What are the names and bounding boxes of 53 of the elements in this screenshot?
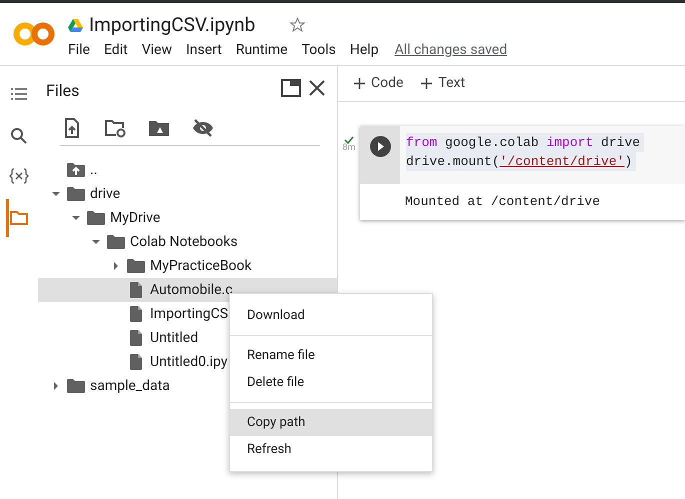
folder-icon bbox=[87, 211, 105, 225]
check-icon bbox=[344, 136, 354, 144]
folder-row[interactable]: drive bbox=[38, 182, 337, 206]
menu-item[interactable]: Help bbox=[350, 40, 379, 61]
menu-item[interactable]: Copy path bbox=[230, 409, 432, 436]
drive-icon bbox=[68, 18, 83, 32]
menu-item[interactable]: View bbox=[142, 40, 172, 61]
folder-icon bbox=[67, 187, 85, 201]
hidden-icon[interactable] bbox=[192, 118, 214, 136]
dock-icon[interactable] bbox=[281, 79, 301, 97]
caret-right-icon[interactable] bbox=[112, 262, 120, 270]
add-text-button[interactable]: Text bbox=[421, 73, 466, 94]
folder-icon bbox=[107, 235, 125, 249]
menu-item[interactable]: Delete file bbox=[230, 369, 432, 396]
caret-down-icon[interactable] bbox=[52, 190, 60, 198]
run-button[interactable] bbox=[370, 136, 390, 157]
menu-item[interactable]: File bbox=[68, 40, 90, 61]
star-icon[interactable] bbox=[289, 17, 306, 33]
close-icon[interactable] bbox=[309, 80, 325, 96]
save-status-link[interactable]: All changes saved bbox=[394, 40, 508, 61]
caret-right-icon[interactable] bbox=[52, 382, 60, 390]
menu-item[interactable]: Tools bbox=[302, 40, 336, 61]
folder-icon bbox=[127, 259, 145, 273]
folder-row[interactable]: MyPracticeBook bbox=[38, 254, 337, 278]
menu-item[interactable]: Runtime bbox=[236, 40, 288, 61]
folder-icon[interactable] bbox=[9, 208, 29, 228]
menu-item[interactable]: Insert bbox=[186, 40, 222, 61]
file-icon bbox=[130, 282, 142, 298]
menu-item[interactable]: Refresh bbox=[230, 436, 432, 463]
plus-icon bbox=[421, 78, 432, 89]
folder-icon bbox=[67, 379, 85, 393]
refresh-folder-icon[interactable] bbox=[104, 118, 126, 138]
file-icon bbox=[130, 330, 142, 346]
folder-row[interactable]: Colab Notebooks bbox=[38, 230, 337, 254]
upload-icon[interactable] bbox=[62, 118, 82, 138]
cell-output: Mounted at /content/drive bbox=[404, 193, 600, 211]
search-icon[interactable] bbox=[9, 126, 29, 146]
run-time: 8m bbox=[342, 144, 356, 153]
file-icon bbox=[130, 354, 142, 370]
panel-title: Files bbox=[46, 80, 80, 102]
logo-icon bbox=[13, 21, 55, 47]
menu-item[interactable]: Edit bbox=[104, 40, 128, 61]
menu-item[interactable]: Download bbox=[230, 302, 432, 329]
add-code-button[interactable]: Code bbox=[354, 73, 404, 94]
parent-folder-icon bbox=[67, 163, 85, 177]
file-row[interactable]: .. bbox=[38, 158, 337, 182]
file-icon bbox=[130, 306, 142, 322]
plus-icon bbox=[354, 78, 365, 89]
folder-row[interactable]: MyDrive bbox=[38, 206, 337, 230]
caret-down-icon[interactable] bbox=[92, 238, 100, 246]
drive-folder-icon[interactable] bbox=[148, 118, 170, 136]
notebook-title[interactable]: ImportingCSV.ipynb bbox=[89, 10, 256, 40]
caret-down-icon[interactable] bbox=[72, 214, 80, 222]
